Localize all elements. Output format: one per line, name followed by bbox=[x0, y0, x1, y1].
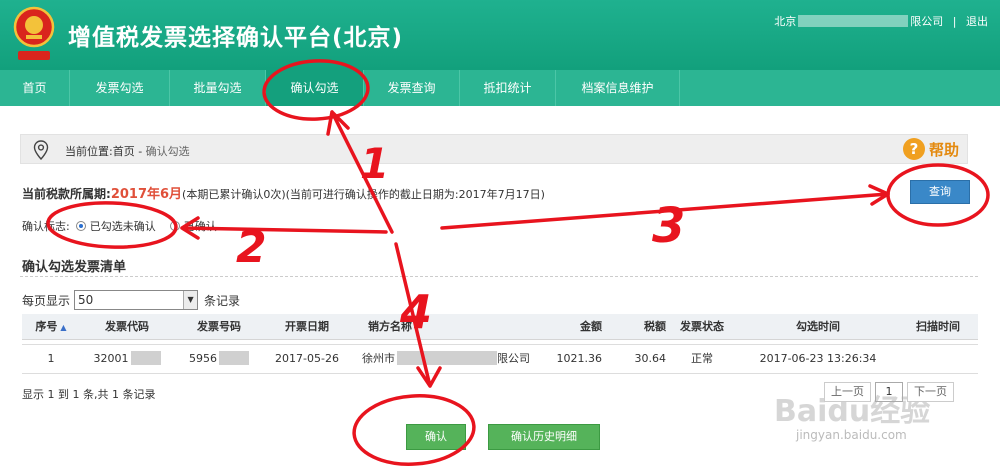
nav-invoice-check[interactable]: 发票勾选 bbox=[70, 70, 170, 106]
location-pin-icon bbox=[33, 140, 49, 160]
period-value: 2017年6月 bbox=[110, 187, 183, 202]
pagination-summary: 显示 1 到 1 条,共 1 条记录 bbox=[22, 388, 156, 401]
user-info: 北京 限公司 | 退出 bbox=[774, 13, 988, 29]
app-title: 增值税发票选择确认平台(北京) bbox=[68, 25, 404, 51]
sort-asc-icon[interactable]: ▲ bbox=[60, 323, 66, 332]
per-page-prefix: 每页显示 bbox=[22, 293, 71, 308]
nav-archive-maintenance[interactable]: 档案信息维护 bbox=[556, 70, 680, 106]
annotation-number-2: 2 bbox=[236, 222, 267, 273]
annotation-number-3: 3 bbox=[652, 198, 685, 254]
cell-tax: 30.64 bbox=[634, 352, 667, 365]
redacted-code bbox=[130, 351, 161, 365]
cell-number-text: 5956 bbox=[189, 352, 217, 365]
radio-confirmed[interactable] bbox=[169, 221, 180, 231]
user-suffix: 限公司 bbox=[910, 15, 944, 28]
period-label: 当前税款所属期: bbox=[22, 187, 111, 201]
logout-link[interactable]: 退出 bbox=[966, 15, 988, 28]
col-header-amount: 金额 bbox=[580, 320, 602, 333]
redacted-user-name bbox=[798, 15, 909, 27]
nav-invoice-query[interactable]: 发票查询 bbox=[364, 70, 460, 106]
col-header-code: 发票代码 bbox=[105, 320, 149, 333]
col-header-scan-time: 扫描时间 bbox=[916, 320, 960, 333]
cell-amount: 1021.36 bbox=[556, 352, 603, 365]
main-nav: 首页 发票勾选 批量勾选 确认勾选 发票查询 抵扣统计 档案信息维护 bbox=[0, 70, 1000, 106]
list-title: 确认勾选发票清单 bbox=[22, 260, 127, 275]
cell-check-time: 2017-06-23 13:26:34 bbox=[759, 352, 877, 365]
user-prefix: 北京 bbox=[774, 15, 797, 28]
col-header-seller: 销方名称 bbox=[368, 320, 412, 333]
page-number-input[interactable]: 1 bbox=[875, 382, 903, 402]
per-page-suffix: 条记录 bbox=[204, 293, 241, 308]
cell-date: 2017-05-26 bbox=[275, 352, 339, 365]
cell-status: 正常 bbox=[691, 352, 713, 365]
col-header-check-time: 勾选时间 bbox=[796, 320, 840, 333]
pagination: 上一页 1 下一页 bbox=[820, 382, 954, 402]
tax-period: 当前税款所属期:2017年6月(本期已累计确认0次)(当前可进行确认操作的截止日… bbox=[22, 183, 545, 202]
app-header: 增值税发票选择确认平台(北京) 北京 限公司 | 退出 bbox=[0, 0, 1000, 70]
confirm-button[interactable]: 确认 bbox=[406, 424, 466, 450]
radio-confirmed-label[interactable]: 已确认 bbox=[184, 218, 217, 234]
per-page-control: 每页显示 50 ▼ 条记录 bbox=[22, 290, 240, 310]
table-row[interactable]: 1 32001 5956 2017-05-26 徐州市 限公司 1021.36 3… bbox=[22, 344, 978, 374]
chevron-down-icon: ▼ bbox=[183, 291, 198, 309]
section-divider bbox=[20, 276, 978, 277]
confirm-history-button[interactable]: 确认历史明细 bbox=[488, 424, 600, 450]
help-link[interactable]: ? 帮助 bbox=[903, 136, 959, 162]
confirm-status-label: 确认标志: bbox=[22, 220, 70, 233]
annotation-arrow-1 bbox=[326, 110, 394, 234]
radio-unconfirmed[interactable] bbox=[75, 221, 86, 231]
nav-home[interactable]: 首页 bbox=[0, 70, 70, 106]
cell-number: 5956 bbox=[174, 345, 264, 373]
query-button[interactable]: 查询 bbox=[910, 180, 970, 204]
cell-code: 32001 bbox=[80, 345, 174, 373]
breadcrumb-text: 当前位置:首页 - 确认勾选 bbox=[65, 143, 190, 159]
tax-emblem-icon bbox=[13, 6, 55, 60]
period-note: (本期已累计确认0次)(当前可进行确认操作的截止日期为:2017年7月17日) bbox=[182, 188, 545, 201]
help-icon: ? bbox=[903, 138, 925, 160]
prev-page-button[interactable]: 上一页 bbox=[824, 382, 871, 402]
watermark-url: jingyan.baidu.com bbox=[796, 428, 907, 442]
cell-seller: 徐州市 限公司 bbox=[350, 345, 530, 373]
cell-code-text: 32001 bbox=[93, 352, 129, 365]
next-page-button[interactable]: 下一页 bbox=[907, 382, 954, 402]
breadcrumb: 当前位置:首页 - 确认勾选 bbox=[20, 134, 968, 164]
cell-seller-prefix: 徐州市 bbox=[362, 352, 395, 365]
col-header-tax: 税额 bbox=[644, 320, 666, 333]
header-separator: | bbox=[952, 15, 957, 28]
nav-confirm-check[interactable]: 确认勾选 bbox=[266, 70, 364, 106]
help-label: 帮助 bbox=[929, 140, 960, 159]
col-header-number: 发票号码 bbox=[197, 320, 241, 333]
redacted-seller bbox=[397, 351, 497, 365]
col-header-index[interactable]: 序号 ▲ bbox=[22, 314, 80, 341]
nav-deduction-stats[interactable]: 抵扣统计 bbox=[460, 70, 556, 106]
table-header: 序号 ▲ 发票代码 发票号码 开票日期 销方名称 金额 税额 发票状态 勾选时间 … bbox=[22, 314, 978, 340]
breadcrumb-prefix: 当前位置:首页 - bbox=[65, 145, 146, 158]
breadcrumb-current: 确认勾选 bbox=[145, 145, 190, 158]
redacted-number bbox=[219, 351, 249, 365]
cell-index: 1 bbox=[47, 352, 55, 365]
col-index-label: 序号 bbox=[35, 320, 58, 333]
radio-unconfirmed-label[interactable]: 已勾选未确认 bbox=[90, 218, 156, 234]
nav-batch-check[interactable]: 批量勾选 bbox=[170, 70, 266, 106]
per-page-value: 50 bbox=[78, 293, 94, 307]
confirm-status-filter: 确认标志: 已勾选未确认 已确认 bbox=[22, 218, 217, 234]
per-page-select[interactable]: 50 ▼ bbox=[74, 290, 199, 310]
col-header-status: 发票状态 bbox=[680, 320, 724, 333]
col-header-date: 开票日期 bbox=[285, 320, 329, 333]
